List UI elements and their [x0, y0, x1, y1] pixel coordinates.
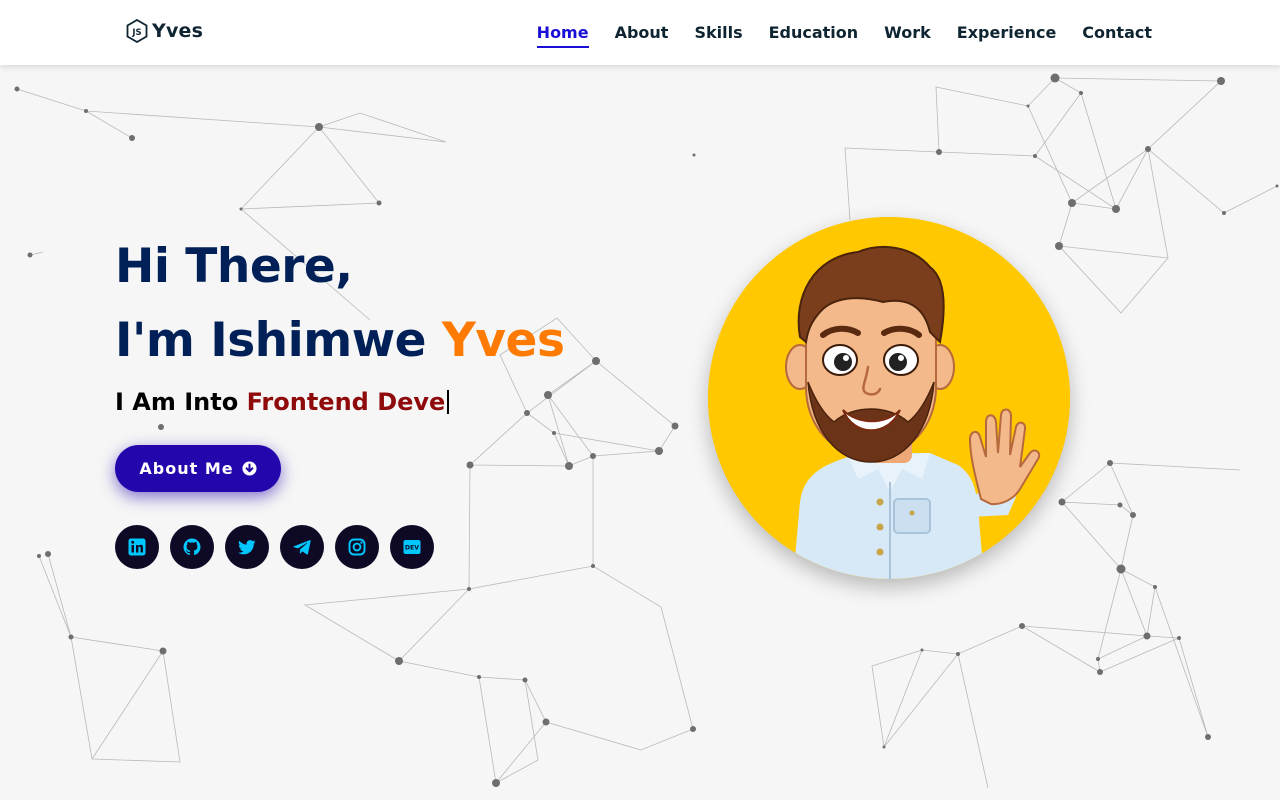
typed-role-line: I Am Into Frontend Deve — [115, 388, 564, 416]
hero-greeting: Hi There, — [115, 239, 353, 294]
typed-prefix: I Am Into — [115, 388, 247, 416]
nodejs-hexagon-icon: JS — [126, 19, 148, 43]
hero-intro-name: I'm Ishimwe — [115, 313, 442, 368]
nav-link-work[interactable]: Work — [884, 17, 931, 48]
dev-to-link[interactable]: DEV — [390, 525, 434, 569]
telegram-icon — [293, 540, 311, 555]
hero-intro: I'm Ishimwe Yves — [115, 304, 565, 378]
linkedin-icon — [128, 538, 146, 556]
linkedin-link[interactable] — [115, 525, 159, 569]
telegram-link[interactable] — [280, 525, 324, 569]
nav-link-about[interactable]: About — [615, 17, 669, 48]
hero-text: Hi There, I'm Ishimwe Yves I Am Into Fro… — [115, 230, 565, 416]
nav-link-education[interactable]: Education — [769, 17, 859, 48]
typing-cursor — [447, 390, 450, 414]
svg-text:JS: JS — [131, 28, 141, 38]
main-nav: Home About Skills Education Work Experie… — [536, 0, 1152, 65]
dev-to-icon: DEV — [403, 540, 421, 554]
typed-role: Frontend Deve — [246, 388, 446, 416]
nav-link-experience[interactable]: Experience — [957, 17, 1057, 48]
about-me-button[interactable]: About Me — [115, 445, 281, 492]
brand-logo[interactable]: JS Yves — [126, 19, 203, 43]
navbar: JS Yves Home About Skills Education Work… — [0, 0, 1280, 65]
github-link[interactable] — [170, 525, 214, 569]
instagram-icon — [348, 538, 366, 556]
arrow-circle-down-icon — [242, 461, 257, 476]
waving-cartoon-avatar — [708, 217, 1070, 579]
brand-name: Yves — [152, 20, 204, 42]
profile-avatar — [708, 217, 1070, 579]
hero-intro-highlight: Yves — [441, 313, 565, 368]
svg-text:DEV: DEV — [405, 545, 419, 552]
nav-link-skills[interactable]: Skills — [694, 17, 742, 48]
twitter-link[interactable] — [225, 525, 269, 569]
instagram-link[interactable] — [335, 525, 379, 569]
social-links: DEV — [115, 525, 434, 569]
nav-link-home[interactable]: Home — [536, 17, 589, 48]
nav-link-contact[interactable]: Contact — [1082, 17, 1152, 48]
twitter-icon — [238, 540, 256, 555]
about-me-button-label: About Me — [139, 459, 234, 478]
github-icon — [183, 538, 201, 556]
